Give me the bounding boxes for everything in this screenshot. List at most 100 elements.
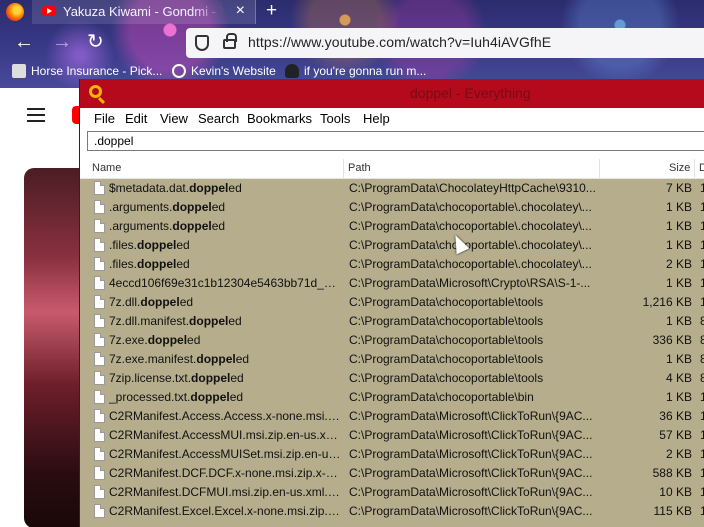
file-name-text: .files. [109,257,138,271]
file-size-cell: 1 KB [665,390,692,404]
search-match-highlight: doppel [172,200,212,214]
file-name-text: C2RManifest.AccessMUISet.msi.zip.en-us..… [109,447,341,461]
menu-tools[interactable]: Tools [320,111,350,126]
menu-view[interactable]: View [160,111,188,126]
table-row[interactable]: 7z.dll.doppeled C:\ProgramData\chocoporta… [80,293,704,312]
file-size-cell: 1 KB [665,219,692,233]
file-size-cell: 1,216 KB [642,295,692,309]
search-input-value[interactable]: .doppel [94,134,133,148]
youtube-icon [42,6,56,16]
tracking-shield-icon[interactable] [195,35,209,51]
file-path-cell: C:\ProgramData\chocoportable\tools [349,333,544,347]
address-bar[interactable]: https://www.youtube.com/watch?v=Iuh4iAVG… [186,28,704,58]
navigation-bar: ← → ↻ https://www.youtube.com/watch?v=Iu… [0,28,704,58]
file-path-cell: C:\ProgramData\chocoportable\.chocolatey… [349,257,592,271]
file-size-cell: 7 KB [665,181,692,195]
bookmark-kevins-website[interactable]: Kevin's Website [172,64,276,78]
column-divider[interactable] [343,159,344,178]
file-name-suffix: ed [229,390,244,404]
file-icon [94,504,105,518]
file-icon [94,295,105,309]
table-row[interactable]: .arguments.doppeled C:\ProgramData\chocop… [80,198,704,217]
file-name-cell: 7z.exe.manifest.doppeled [109,352,341,366]
table-row[interactable]: $metadata.dat.doppeled C:\ProgramData\Cho… [80,179,704,198]
search-input[interactable]: .doppel [87,131,704,151]
menu-edit[interactable]: Edit [125,111,147,126]
file-name-text: C2RManifest.Access.Access.x-none.msi.zi.… [109,409,341,423]
table-row[interactable]: C2RManifest.DCF.DCF.x-none.msi.zip.x-n..… [80,464,704,483]
column-name-header[interactable]: Name [92,162,121,174]
forward-button[interactable]: → [52,31,72,53]
file-name-text: C2RManifest.Excel.Excel.x-none.msi.zip.x… [109,504,341,518]
new-tab-button[interactable]: + [266,0,277,22]
date-modified-cell: 1 [700,390,704,404]
table-row[interactable]: 7zip.license.txt.doppeled C:\ProgramData\… [80,369,704,388]
file-name-text: .arguments. [109,219,173,233]
menu-bookmarks[interactable]: Bookmarks [247,111,312,126]
url-text[interactable]: https://www.youtube.com/watch?v=Iuh4iAVG… [248,34,551,50]
file-name-text: 4eccd106f69e31c1b12304e5463bb71d_48e... [109,276,341,290]
table-row[interactable]: 7z.exe.doppeled C:\ProgramData\chocoporta… [80,331,704,350]
file-name-suffix: ed [228,181,242,195]
date-modified-cell: 1 [700,295,704,309]
table-row[interactable]: 4eccd106f69e31c1b12304e5463bb71d_48e... C… [80,274,704,293]
file-name-cell: 7zip.license.txt.doppeled [109,371,341,385]
file-name-cell: 4eccd106f69e31c1b12304e5463bb71d_48e... [109,276,341,290]
table-row[interactable]: .files.doppeled C:\ProgramData\chocoporta… [80,236,704,255]
table-row[interactable]: .arguments.doppeled C:\ProgramData\chocop… [80,217,704,236]
firefox-icon[interactable] [6,3,24,21]
lock-icon[interactable] [223,33,237,49]
table-row[interactable]: 7z.exe.manifest.doppeled C:\ProgramData\c… [80,350,704,369]
window-titlebar[interactable]: doppel - Everything [80,79,704,108]
column-path-header[interactable]: Path [348,162,371,174]
bookmark-horse-insurance[interactable]: Horse Insurance - Pick... [12,64,162,78]
file-size-cell: 1 KB [665,352,692,366]
file-name-cell: .arguments.doppeled [109,200,341,214]
column-divider[interactable] [599,159,600,178]
date-modified-cell: 1 [700,200,704,214]
back-button[interactable]: ← [14,31,34,53]
table-row[interactable]: C2RManifest.DCFMUI.msi.zip.en-us.xml.d..… [80,483,704,502]
menu-search[interactable]: Search [198,111,239,126]
table-row[interactable]: C2RManifest.Access.Access.x-none.msi.zi.… [80,407,704,426]
file-name-cell: C2RManifest.Access.Access.x-none.msi.zi.… [109,409,341,423]
file-name-cell: .files.doppeled [109,257,341,271]
file-size-cell: 36 KB [659,409,692,423]
file-name-text: 7z.dll. [109,295,141,309]
menu-bar: File Edit View Search Bookmarks Tools He… [80,108,704,129]
table-row[interactable]: C2RManifest.Excel.Excel.x-none.msi.zip.x… [80,502,704,521]
file-name-cell: $metadata.dat.doppeled [109,181,341,195]
column-divider[interactable] [694,159,695,178]
search-match-highlight: doppel [189,181,229,195]
date-modified-cell: 1 [700,257,704,271]
menu-help[interactable]: Help [363,111,390,126]
file-path-cell: C:\ProgramData\ChocolateyHttpCache\9310.… [349,181,596,195]
file-size-cell: 10 KB [659,485,692,499]
reload-button[interactable]: ↻ [87,31,104,53]
character-icon [285,64,299,78]
table-row[interactable]: _processed.txt.doppeled C:\ProgramData\ch… [80,388,704,407]
window-title: doppel - Everything [410,85,531,101]
tab-close-button[interactable]: × [236,2,245,20]
file-path-cell: C:\ProgramData\Microsoft\ClickToRun\{9AC… [349,428,593,442]
table-row[interactable]: C2RManifest.AccessMUI.msi.zip.en-us.xml.… [80,426,704,445]
menu-icon[interactable] [27,108,45,122]
file-path-cell: C:\ProgramData\chocoportable\tools [349,371,544,385]
tab-title: Yakuza Kiwami - Gondmi - YouTube [63,4,223,19]
file-size-cell: 57 KB [659,428,692,442]
results-list[interactable]: $metadata.dat.doppeled C:\ProgramData\Cho… [80,179,704,527]
file-name-suffix: ed [187,333,201,347]
file-name-suffix: ed [228,314,242,328]
table-row[interactable]: .files.doppeled C:\ProgramData\chocoporta… [80,255,704,274]
file-icon [94,314,105,328]
file-icon [94,219,105,233]
bookmark-gonna-run[interactable]: if you're gonna run m... [285,64,426,78]
file-name-suffix: ed [235,352,250,366]
column-date-header[interactable]: D [699,162,704,174]
everything-window: doppel - Everything File Edit View Searc… [79,79,704,527]
table-row[interactable]: C2RManifest.AccessMUISet.msi.zip.en-us..… [80,445,704,464]
column-size-header[interactable]: Size [669,162,690,174]
menu-file[interactable]: File [94,111,115,126]
tab-youtube[interactable]: Yakuza Kiwami - Gondmi - YouTube × [32,0,256,24]
table-row[interactable]: 7z.dll.manifest.doppeled C:\ProgramData\c… [80,312,704,331]
